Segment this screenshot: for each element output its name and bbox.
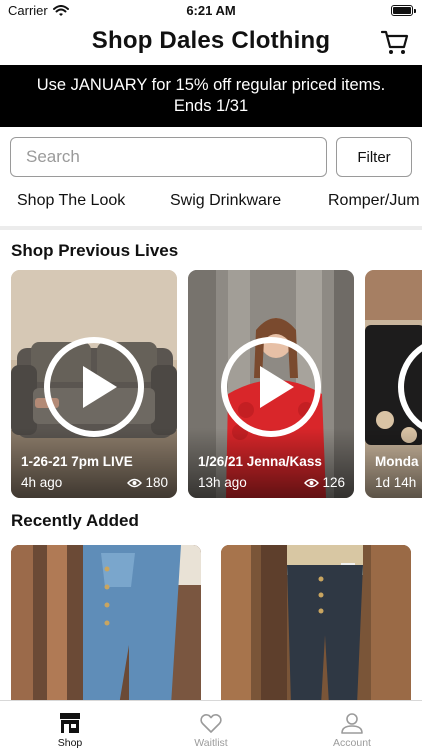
previous-lives-title: Shop Previous Lives	[11, 241, 179, 260]
status-time: 6:21 AM	[186, 3, 236, 18]
category-swig-drinkware[interactable]: Swig Drinkware	[170, 192, 281, 210]
eye-icon	[127, 478, 143, 487]
battery-icon	[391, 5, 416, 16]
tab-bar: Shop Waitlist Account	[0, 700, 422, 750]
tab-shop-label: Shop	[57, 737, 83, 749]
product-card[interactable]	[11, 545, 201, 705]
product-image	[11, 545, 201, 705]
filter-button[interactable]: Filter	[336, 137, 412, 177]
category-shop-the-look[interactable]: Shop The Look	[17, 192, 125, 210]
live-card[interactable]: 1/26/21 Jenna/Kass 13h ago 126	[188, 270, 354, 498]
search-input[interactable]	[10, 137, 327, 177]
live-views: 126	[304, 475, 345, 490]
tab-shop[interactable]: Shop	[0, 701, 140, 750]
promo-line-2: Ends 1/31	[173, 97, 249, 115]
live-views: 180	[127, 475, 168, 490]
status-bar: Carrier 6:21 AM	[0, 0, 422, 22]
live-title: 1/26/21 Jenna/Kass	[198, 454, 322, 469]
product-card[interactable]	[221, 545, 411, 705]
views-count: 180	[145, 475, 168, 490]
live-time: 4h ago	[21, 475, 63, 490]
live-time: 13h ago	[198, 475, 247, 490]
previous-lives-row: 1-26-21 7pm LIVE 4h ago 180 1/26/21 Jenn…	[0, 270, 422, 500]
play-icon	[221, 337, 321, 437]
shopping-cart-icon	[380, 30, 409, 54]
app-header: Shop Dales Clothing	[0, 22, 422, 64]
cart-button[interactable]	[380, 27, 410, 57]
category-row: Shop The Look Swig Drinkware Romper/Jum	[0, 188, 422, 218]
app-title: Shop Dales Clothing	[91, 27, 331, 54]
live-card[interactable]: 1-26-21 7pm LIVE 4h ago 180	[11, 270, 177, 498]
product-image	[221, 545, 411, 705]
tab-waitlist-label: Waitlist	[194, 737, 228, 749]
heart-icon	[200, 713, 222, 733]
live-card[interactable]: Monda 1d 14h	[365, 270, 422, 498]
tab-waitlist[interactable]: Waitlist	[141, 701, 281, 750]
live-title: 1-26-21 7pm LIVE	[21, 454, 133, 469]
category-romper[interactable]: Romper/Jum	[328, 192, 420, 210]
recently-added-title: Recently Added	[11, 511, 139, 530]
promo-line-1: Use JANUARY for 15% off regular priced i…	[36, 76, 386, 94]
eye-icon	[304, 478, 320, 487]
live-time: 1d 14h	[375, 475, 417, 490]
person-icon	[341, 713, 363, 734]
storefront-icon	[60, 713, 80, 733]
section-divider	[0, 226, 422, 230]
views-count: 126	[322, 475, 345, 490]
play-icon	[44, 337, 144, 437]
live-title: Monda	[375, 454, 419, 469]
promo-banner[interactable]: Use JANUARY for 15% off regular priced i…	[0, 65, 422, 127]
tab-account[interactable]: Account	[282, 701, 422, 750]
tab-account-label: Account	[333, 737, 371, 749]
